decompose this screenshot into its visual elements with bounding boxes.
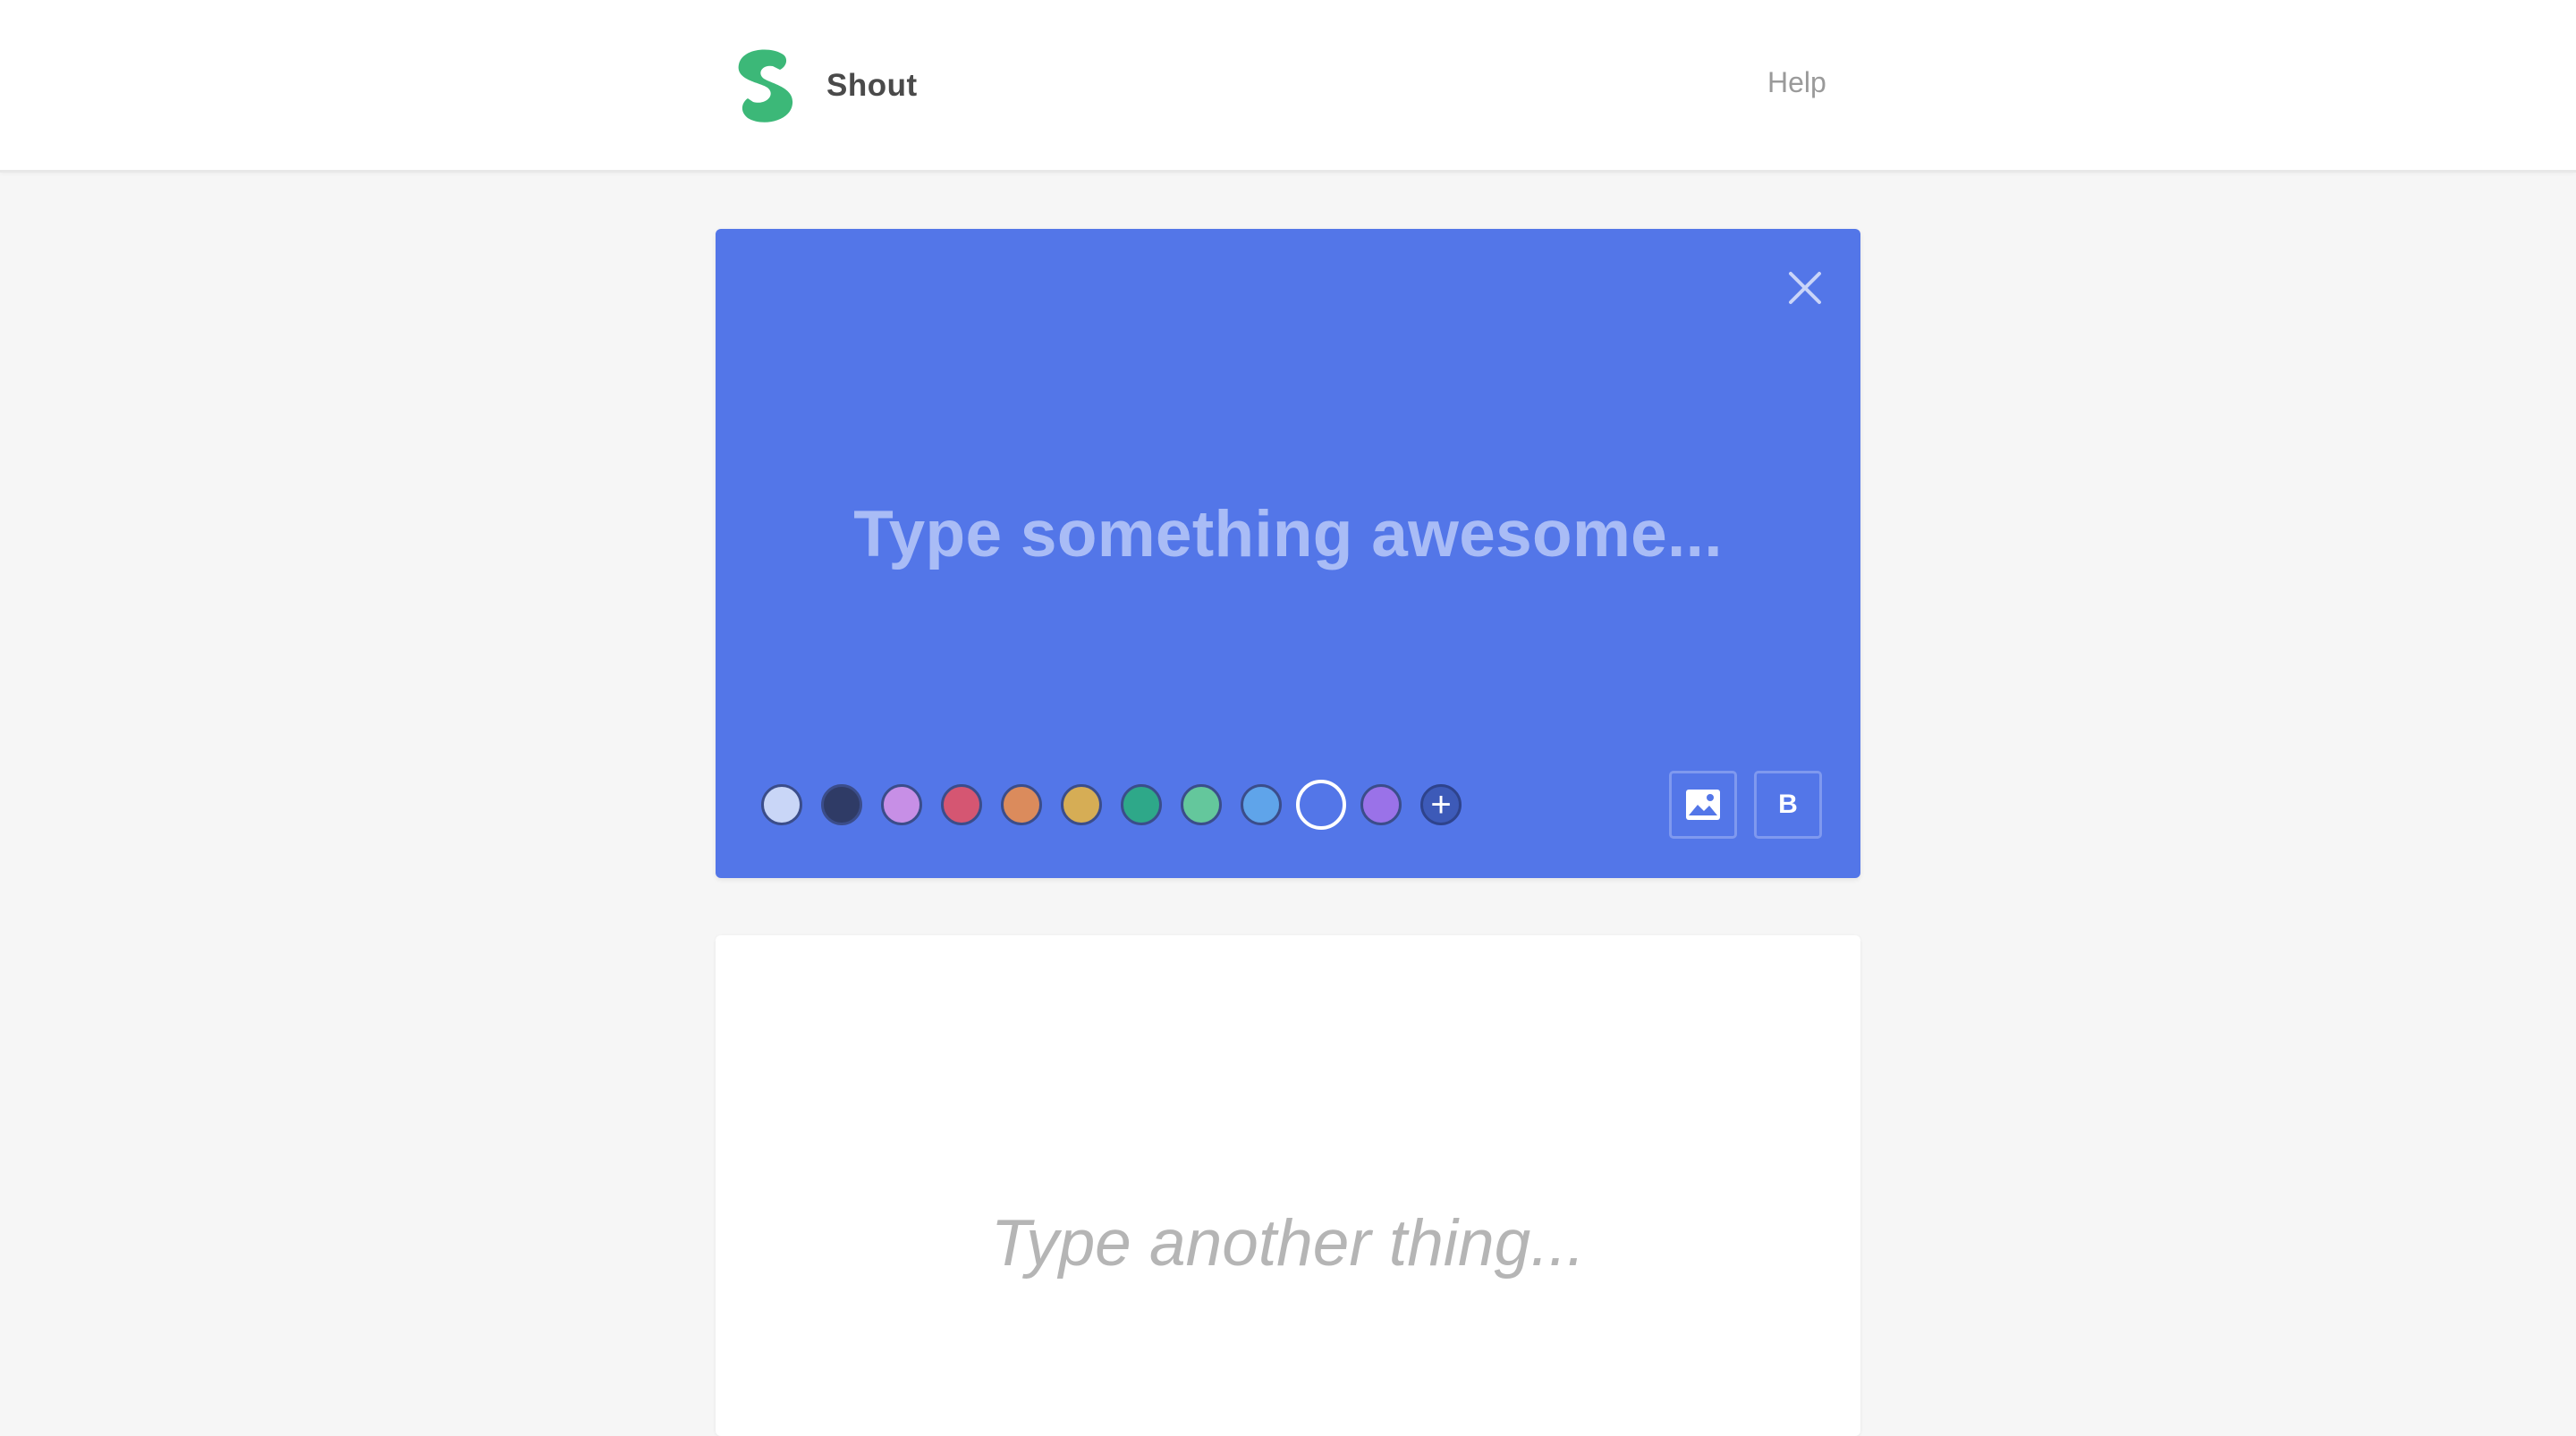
- color-swatch-orange[interactable]: [1001, 784, 1042, 825]
- color-swatch-teal[interactable]: [1121, 784, 1162, 825]
- editor-text-input[interactable]: Type something awesome...: [716, 502, 1860, 567]
- editor-card: Type something awesome... + B: [716, 229, 1860, 878]
- color-swatch-navy[interactable]: [821, 784, 862, 825]
- bold-button[interactable]: B: [1754, 771, 1822, 839]
- color-swatch-light-lavender[interactable]: [761, 784, 802, 825]
- top-navigation-bar: Shout Help: [0, 0, 2576, 173]
- brand-name: Shout: [826, 68, 918, 103]
- second-text-input[interactable]: Type another thing...: [716, 1211, 1860, 1276]
- add-color-button[interactable]: +: [1420, 784, 1462, 825]
- color-swatch-yellow[interactable]: [1061, 784, 1102, 825]
- brand-logo-link[interactable]: Shout: [726, 46, 918, 125]
- help-link[interactable]: Help: [1767, 66, 1826, 99]
- close-button[interactable]: [1784, 266, 1826, 309]
- color-swatch-lilac[interactable]: [881, 784, 922, 825]
- color-swatch-blue-selected[interactable]: [1296, 780, 1346, 830]
- color-palette: +: [761, 780, 1480, 830]
- insert-image-button[interactable]: [1669, 771, 1737, 839]
- color-swatch-mint[interactable]: [1181, 784, 1222, 825]
- color-swatch-sky-blue[interactable]: [1241, 784, 1282, 825]
- plus-icon: +: [1430, 785, 1452, 824]
- shout-logo-icon: [738, 49, 793, 122]
- color-swatch-purple[interactable]: [1360, 784, 1402, 825]
- second-card: Type another thing...: [716, 935, 1860, 1436]
- color-swatch-red[interactable]: [941, 784, 982, 825]
- close-icon: [1789, 272, 1821, 304]
- image-icon: [1686, 790, 1720, 820]
